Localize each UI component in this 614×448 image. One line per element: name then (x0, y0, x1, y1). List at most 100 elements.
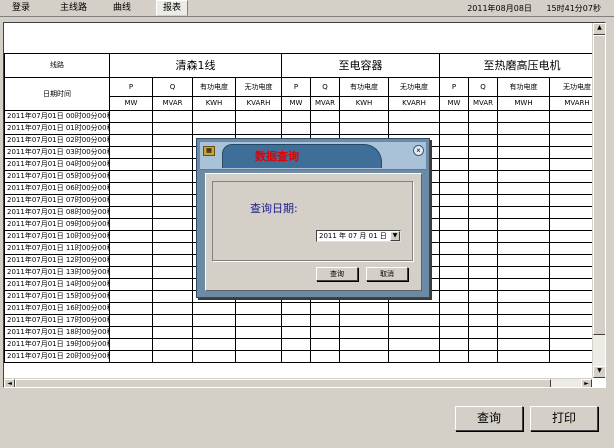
table-cell (310, 122, 340, 135)
print-button[interactable]: 打印 (530, 406, 598, 431)
table-cell (339, 314, 389, 327)
table-cell (388, 302, 440, 315)
row-datetime: 2011年07月01日 15时00分00秒 (4, 290, 110, 303)
table-cell (192, 314, 236, 327)
table-cell (468, 314, 498, 327)
table-cell (152, 194, 193, 207)
table-cell (468, 194, 498, 207)
table-cell (109, 302, 153, 315)
app-icon: ▦ (203, 146, 215, 156)
table-cell (439, 146, 469, 159)
table-cell (497, 254, 550, 267)
table-cell (439, 302, 469, 315)
table-cell (468, 254, 498, 267)
table-cell (192, 350, 236, 363)
unit-header: MVAR (310, 96, 340, 111)
data-query-dialog: ▦ 数据查询 × 查询日期: 2011 年 07 月 01 日 ▼ 查询 取消 (196, 138, 430, 298)
horizontal-scrollbar[interactable]: ◄ ► (4, 378, 592, 387)
table-cell (439, 122, 469, 135)
scroll-left-icon[interactable]: ◄ (4, 379, 15, 387)
column-header: Q (310, 77, 340, 97)
table-cell (109, 266, 153, 279)
table-cell (439, 158, 469, 171)
scroll-up-icon[interactable]: ▲ (593, 23, 605, 35)
vertical-scroll-thumb[interactable] (593, 35, 605, 335)
scroll-right-icon[interactable]: ► (581, 379, 592, 387)
table-cell (439, 242, 469, 255)
table-cell (468, 158, 498, 171)
table-cell (109, 350, 153, 363)
menu-curve[interactable]: 曲线 (113, 3, 131, 14)
menu-report[interactable]: 报表 (156, 0, 189, 16)
table-cell (497, 242, 550, 255)
table-cell (152, 122, 193, 135)
table-cell (497, 170, 550, 183)
table-cell (152, 170, 193, 183)
row-datetime: 2011年07月01日 00时00分00秒 (4, 110, 110, 123)
close-icon[interactable]: × (413, 145, 424, 156)
table-cell (235, 338, 282, 351)
horizontal-scroll-thumb[interactable] (15, 379, 551, 387)
table-cell (549, 314, 592, 327)
table-cell (310, 110, 340, 123)
table-cell (497, 302, 550, 315)
table-cell (109, 170, 153, 183)
menu-main-line[interactable]: 主线路 (60, 3, 87, 14)
row-datetime: 2011年07月01日 01时00分00秒 (4, 122, 110, 135)
column-header: 无功电度 (549, 77, 592, 97)
table-cell (388, 110, 440, 123)
row-datetime: 2011年07月01日 12时00分00秒 (4, 254, 110, 267)
table-cell (439, 182, 469, 195)
table-cell (549, 302, 592, 315)
table-cell (310, 350, 340, 363)
table-cell (439, 266, 469, 279)
table-cell (497, 290, 550, 303)
group-header: 至热磨高压电机 (439, 53, 592, 78)
table-cell (152, 218, 193, 231)
table-cell (281, 326, 311, 339)
table-cell (109, 326, 153, 339)
table-cell (281, 122, 311, 135)
query-button[interactable]: 查询 (455, 406, 523, 431)
table-cell (468, 170, 498, 183)
table-cell (468, 242, 498, 255)
table-cell (152, 302, 193, 315)
table-cell (468, 230, 498, 243)
table-cell (497, 182, 550, 195)
scroll-down-icon[interactable]: ▼ (593, 366, 605, 378)
table-cell (468, 338, 498, 351)
chevron-down-icon[interactable]: ▼ (390, 231, 400, 241)
column-header: 有功电度 (339, 77, 389, 97)
column-header: P (439, 77, 469, 97)
table-cell (388, 338, 440, 351)
table-cell (439, 134, 469, 147)
table-cell (439, 278, 469, 291)
table-cell (497, 326, 550, 339)
dialog-title-bar[interactable]: ▦ 数据查询 × (200, 142, 426, 170)
vertical-scrollbar[interactable]: ▲ ▼ (592, 23, 605, 378)
table-cell (497, 110, 550, 123)
table-cell (235, 326, 282, 339)
row-datetime: 2011年07月01日 17时00分00秒 (4, 314, 110, 327)
row-datetime: 2011年07月01日 08时00分00秒 (4, 206, 110, 219)
dialog-query-button[interactable]: 查询 (316, 267, 358, 281)
table-cell (497, 194, 550, 207)
column-header: Q (468, 77, 498, 97)
dialog-cancel-button[interactable]: 取消 (366, 267, 408, 281)
row-datetime: 2011年07月01日 11时00分00秒 (4, 242, 110, 255)
table-cell (468, 218, 498, 231)
table-cell (152, 230, 193, 243)
table-cell (468, 350, 498, 363)
row-datetime: 2011年07月01日 02时00分00秒 (4, 134, 110, 147)
table-cell (549, 194, 592, 207)
table-cell (339, 122, 389, 135)
query-date-picker[interactable]: 2011 年 07 月 01 日 ▼ (316, 230, 401, 242)
table-cell (497, 146, 550, 159)
table-cell (192, 338, 236, 351)
menu-login[interactable]: 登录 (12, 3, 30, 14)
table-cell (549, 206, 592, 219)
table-cell (549, 278, 592, 291)
unit-header: KWH (192, 96, 236, 111)
table-cell (439, 314, 469, 327)
row-datetime: 2011年07月01日 13时00分00秒 (4, 266, 110, 279)
